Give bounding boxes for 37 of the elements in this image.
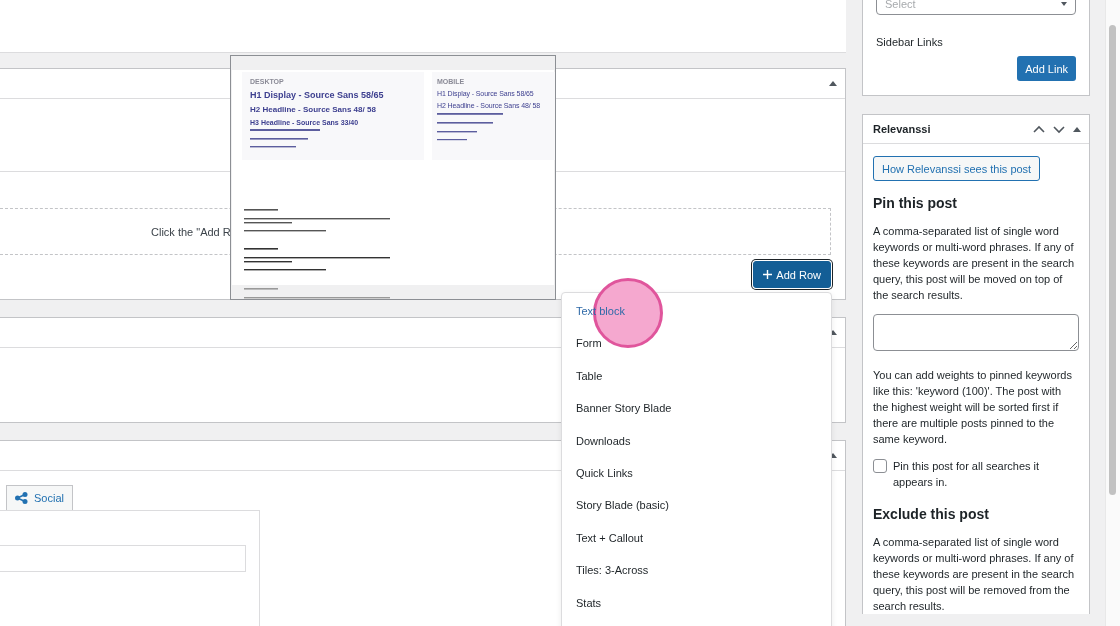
menu-item[interactable]: Stats <box>562 592 831 625</box>
plus-icon <box>763 270 773 279</box>
scrollbar-thumb[interactable] <box>1109 25 1116 495</box>
menu-item[interactable]: Banner Story Blade <box>562 398 831 431</box>
collapse-toggle-icon[interactable] <box>829 81 837 86</box>
section-heading: Pin this post <box>873 195 958 211</box>
menu-item[interactable]: Table <box>562 365 831 399</box>
menu-item[interactable]: Downloads <box>562 430 831 463</box>
empty-rows-message: Click the "Add R <box>151 225 231 238</box>
preview-post-button[interactable]: How Relevanssi sees this post <box>873 156 1041 181</box>
checkbox[interactable] <box>873 459 887 473</box>
heading-sample: H2 Headline - Source Sans 48/ 58 <box>250 105 377 114</box>
add-link-button[interactable]: Add Link <box>1017 56 1076 81</box>
move-down-icon[interactable] <box>1053 124 1065 134</box>
description-text: You can add weights to pinned keywords like this: 'keyword (100)'. The post with the highest weight will be sorted first if there are multiple posts pinned to the same keyword. <box>873 368 1073 447</box>
dropdown-caret-icon <box>1061 1 1067 6</box>
menu-item[interactable]: Quick Links <box>562 462 831 496</box>
description-text: A comma-separated list of single word keywords or multi-word phrases. If any of these keywords are present in the search query, this post will be moved on top of the search results. <box>873 224 1076 303</box>
description-text: A comma-separated list of single word keywords or multi-word phrases. If any of these keywords are present in the search query, this post will be removed from the search results. <box>873 535 1076 614</box>
input-field[interactable] <box>0 545 246 572</box>
add-row-button[interactable]: Add Row <box>753 261 831 288</box>
share-icon <box>15 492 28 504</box>
tab[interactable]: Social <box>6 485 73 510</box>
keywords-field[interactable] <box>873 314 1079 351</box>
small-headings-drawing <box>250 129 322 148</box>
menu-item[interactable]: Story Blade (basic) <box>562 495 831 528</box>
panel-title: Relevanssi <box>873 123 932 135</box>
move-up-icon[interactable] <box>1033 124 1045 134</box>
heading-sample: H1 Display - Source Sans 58/65 <box>250 90 385 100</box>
menu-item[interactable]: Form <box>562 333 831 366</box>
menu-item[interactable]: Text + Callout <box>562 527 831 561</box>
sidebar-links-label: Sidebar Links <box>876 36 944 48</box>
collapse-toggle-icon[interactable] <box>1073 126 1081 132</box>
menu-item[interactable]: Tiles: 3-Across <box>562 560 831 593</box>
section-heading: Exclude this post <box>873 506 990 522</box>
small-headings-drawing <box>437 113 505 141</box>
checkbox-label: Pin this post for all searches it appears in. <box>893 459 1041 490</box>
